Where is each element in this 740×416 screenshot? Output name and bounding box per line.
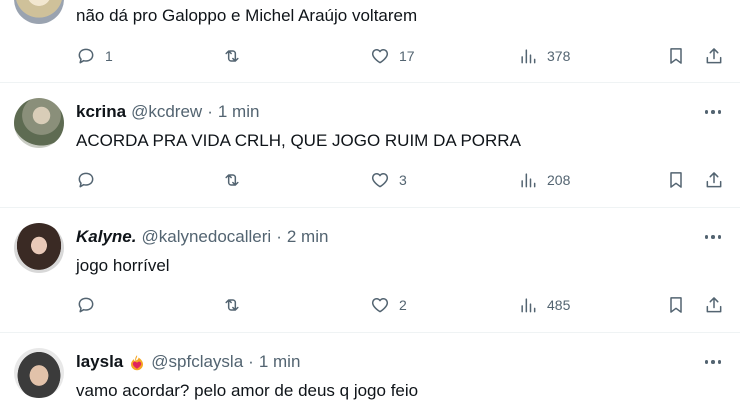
repost-icon <box>225 50 239 62</box>
views-count: 485 <box>547 297 571 313</box>
reply-button[interactable] <box>76 168 105 192</box>
post-text: não dá pro Galoppo e Michel Araújo volta… <box>76 6 418 25</box>
separator-dot: · <box>207 102 213 121</box>
share-icon <box>706 297 722 313</box>
bookmark-icon <box>670 172 682 188</box>
repost-button[interactable] <box>222 44 251 68</box>
post-text: ACORDA PRA VIDA CRLH, QUE JOGO RUIM DA P… <box>76 131 521 150</box>
action-bar: 1 17 378 <box>76 44 726 68</box>
heart-fire-emoji-icon <box>131 355 144 371</box>
reply-count: 1 <box>105 48 113 64</box>
share-button[interactable] <box>704 293 724 317</box>
reply-button[interactable] <box>76 293 105 317</box>
post-1[interactable]: kcrina @kcdrew · 1 min ACORDA PRA VIDA C… <box>0 83 740 208</box>
repost-icon <box>225 299 239 311</box>
post-0[interactable]: não dá pro Galoppo e Michel Araújo volta… <box>0 0 740 83</box>
post-3[interactable]: laysla @spfclaysla · 1 min vamo acordar?… <box>0 333 740 416</box>
avatar[interactable] <box>14 348 64 398</box>
views-button[interactable]: 378 <box>518 44 570 68</box>
post-text: jogo horrível <box>76 256 170 275</box>
action-bar: 2 485 <box>76 293 726 317</box>
views-icon <box>521 49 536 64</box>
like-icon <box>371 173 389 188</box>
post-header: kcrina @kcdrew · 1 min <box>76 100 259 124</box>
repost-button[interactable] <box>222 168 251 192</box>
like-button[interactable]: 2 <box>370 293 407 317</box>
separator-dot: · <box>248 352 254 371</box>
reply-icon <box>78 297 94 313</box>
avatar[interactable] <box>14 223 64 273</box>
views-count: 208 <box>547 172 571 188</box>
views-button[interactable]: 485 <box>518 293 570 317</box>
share-icon <box>706 48 722 64</box>
action-bar: 3 208 <box>76 168 726 192</box>
post-text: vamo acordar? pelo amor de deus q jogo f… <box>76 381 419 400</box>
display-name[interactable]: Kalyne. <box>76 227 136 247</box>
reply-button[interactable]: 1 <box>76 44 113 68</box>
bookmark-icon <box>670 48 682 64</box>
bookmark-button[interactable] <box>666 168 686 192</box>
timestamp[interactable]: 2 min <box>287 227 329 247</box>
views-count: 378 <box>547 48 571 64</box>
timestamp[interactable]: 1 min <box>259 352 301 372</box>
reply-icon <box>78 172 94 188</box>
reply-icon <box>78 48 94 64</box>
display-name[interactable]: laysla <box>76 352 123 372</box>
timestamp[interactable]: 1 min <box>218 102 260 122</box>
bookmark-button[interactable] <box>666 44 686 68</box>
like-icon <box>371 49 389 64</box>
more-options-button[interactable] <box>702 351 724 373</box>
user-handle[interactable]: @kalynedocalleri <box>141 227 271 247</box>
views-icon <box>521 173 536 188</box>
more-options-button[interactable] <box>702 226 724 248</box>
post-header: laysla @spfclaysla · 1 min <box>76 350 300 374</box>
like-count: 17 <box>399 48 415 64</box>
separator-dot: · <box>276 227 282 246</box>
replies-feed: não dá pro Galoppo e Michel Araújo volta… <box>0 0 740 416</box>
display-name[interactable]: kcrina <box>76 102 126 122</box>
repost-icon <box>225 174 239 186</box>
post-header: Kalyne. @kalynedocalleri · 2 min <box>76 225 328 249</box>
share-button[interactable] <box>704 44 724 68</box>
bookmark-button[interactable] <box>666 293 686 317</box>
avatar[interactable] <box>14 98 64 148</box>
bookmark-icon <box>670 297 682 313</box>
share-icon <box>706 172 722 188</box>
repost-button[interactable] <box>222 293 251 317</box>
like-button[interactable]: 17 <box>370 44 415 68</box>
user-handle[interactable]: @spfclaysla <box>151 352 243 372</box>
like-count: 3 <box>399 172 407 188</box>
like-count: 2 <box>399 297 407 313</box>
share-button[interactable] <box>704 168 724 192</box>
post-2[interactable]: Kalyne. @kalynedocalleri · 2 min jogo ho… <box>0 208 740 333</box>
views-icon <box>521 298 536 313</box>
more-options-button[interactable] <box>702 101 724 123</box>
views-button[interactable]: 208 <box>518 168 570 192</box>
like-button[interactable]: 3 <box>370 168 407 192</box>
like-icon <box>371 298 389 313</box>
avatar[interactable] <box>14 0 64 24</box>
user-handle[interactable]: @kcdrew <box>131 102 202 122</box>
